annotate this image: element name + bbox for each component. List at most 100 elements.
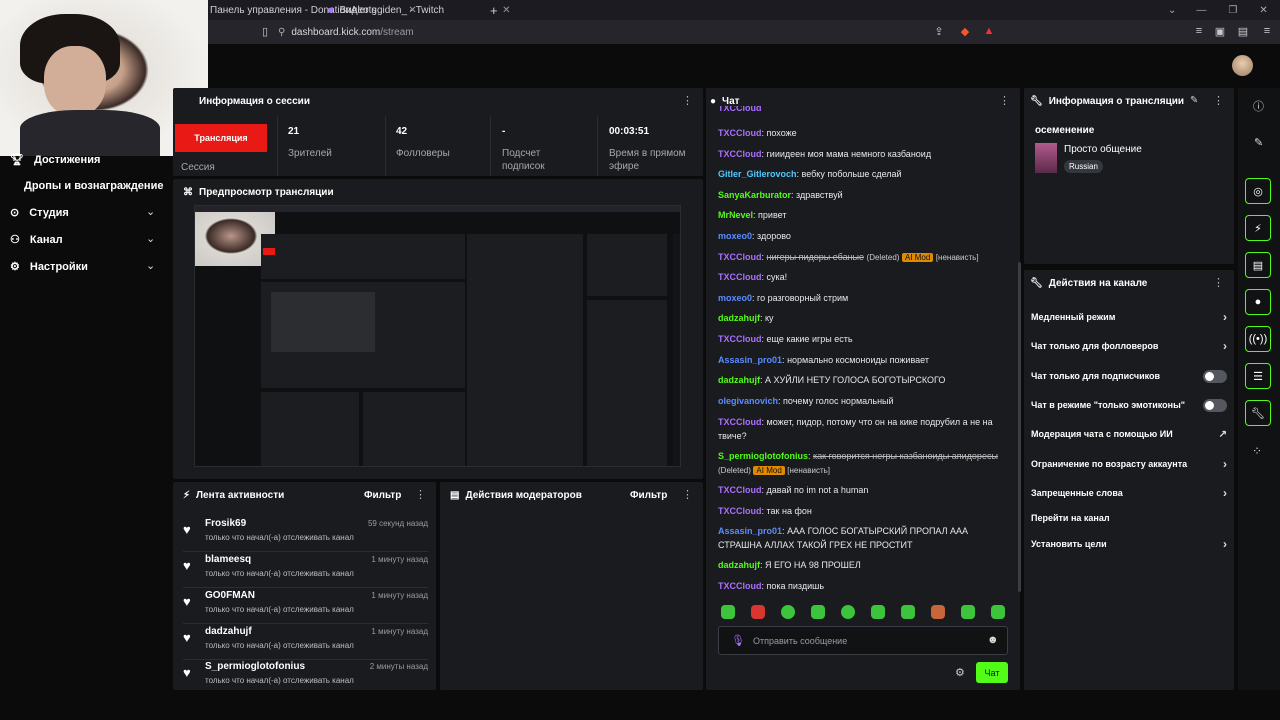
more-icon[interactable]: ⋮ (682, 488, 693, 501)
chat-message: TXCCloud: так на фон (718, 506, 812, 516)
brave-shield-icon[interactable]: ◆ (958, 24, 972, 38)
chat-message: TXCCloud: гииидеен моя мама немного казб… (718, 149, 932, 159)
set-goals-setting[interactable]: Установить цели › (1031, 537, 1227, 551)
chevron-down-icon[interactable]: ⌄ (1168, 5, 1176, 16)
sidebar-item-channel[interactable]: ⚇ Канал (10, 233, 63, 247)
ai-mod-badge: AI Mod (753, 466, 785, 475)
document-icon[interactable]: ▤ (1245, 252, 1271, 278)
microphone-icon[interactable]: 🎙︎ (731, 634, 745, 647)
bolt-icon[interactable]: ⚡︎ (1245, 215, 1271, 241)
subscribers-only-toggle[interactable] (1203, 369, 1227, 383)
slow-mode-setting[interactable]: Медленный режим › (1031, 310, 1227, 324)
sidebar-item-drops[interactable]: Дропы и вознаграждение (24, 180, 163, 192)
chevron-right-icon: › (1223, 537, 1227, 551)
site-info-icon[interactable]: ⚲ (278, 27, 285, 38)
chevron-down-icon[interactable]: ⌄ (146, 259, 155, 272)
wrench-icon: 🔧︎ (1030, 96, 1043, 107)
filter-button[interactable]: Фильтр (630, 490, 667, 501)
new-tab-button[interactable]: + (490, 0, 498, 20)
sidebar-item-studio[interactable]: ⊙ Студия (10, 206, 69, 220)
panel-title: 🔧︎ Действия на канале (1030, 278, 1148, 289)
layout-icon[interactable]: ☰ (1245, 363, 1271, 389)
close-window-icon[interactable]: ✕ (1259, 5, 1267, 16)
chat-message: dadzahujf: Я ЕГО НА 98 ПРОШЕЛ (718, 560, 861, 570)
sidebar-item-settings[interactable]: ⚙ Настройки (10, 260, 88, 274)
account-age-setting[interactable]: Ограничение по возрасту аккаунта › (1031, 457, 1227, 471)
channel-actions-panel: 🔧︎ Действия на канале ⋮ (1024, 270, 1234, 690)
more-icon[interactable]: ⋮ (682, 94, 693, 107)
widgets-icon[interactable]: ⁘ (1252, 444, 1262, 458)
info-icon[interactable]: ⓘ (1253, 98, 1264, 114)
category-thumbnail (1035, 143, 1057, 173)
heart-icon: ♥ (183, 630, 191, 645)
queue-icon[interactable]: ≡ (1192, 24, 1206, 38)
followers-count: 42 (396, 126, 408, 137)
chevron-down-icon[interactable]: ⌄ (146, 232, 155, 245)
chat-bubble-icon[interactable]: ● (1245, 289, 1271, 315)
emote-icon[interactable] (811, 605, 825, 619)
avatar[interactable] (1232, 55, 1253, 76)
heart-icon: ♥ (183, 665, 191, 680)
live-time-label: Время в прямом эфире (609, 148, 686, 172)
emote-only-toggle[interactable] (1203, 398, 1227, 412)
sidebar-item-achievements[interactable]: 🏆︎ Достижения (10, 153, 100, 167)
emote-icon[interactable] (931, 605, 945, 619)
chat-message: dadzahujf: А ХУЙЛИ НЕТУ ГОЛОСА БОГОТЫРСК… (718, 375, 946, 385)
more-icon[interactable]: ⋮ (1213, 94, 1224, 107)
send-chat-button[interactable]: Чат (976, 662, 1008, 683)
close-icon[interactable]: ✕ (502, 5, 510, 16)
chat-message-partial: TXCCloud (718, 106, 762, 113)
bookmark-icon[interactable]: ▯ (258, 24, 272, 38)
target-icon[interactable]: ◎ (1245, 178, 1271, 204)
filter-button[interactable]: Фильтр (364, 490, 401, 501)
emote-icon[interactable] (721, 605, 735, 619)
stream-info-panel: 🔧︎ Информация о трансляции ✎ ⋮ (1024, 88, 1234, 264)
wrench-icon[interactable]: 🔧︎ (1245, 400, 1271, 426)
emote-icon[interactable] (991, 605, 1005, 619)
followers-only-setting[interactable]: Чат только для фолловеров › (1031, 339, 1227, 353)
more-icon[interactable]: ⋮ (415, 488, 426, 501)
chat-input[interactable]: 🎙︎ Отправить сообщение ☻ (718, 626, 1008, 655)
emote-icon[interactable] (841, 605, 855, 619)
broadcast-icon[interactable]: ((•)) (1245, 326, 1271, 352)
tab-twitch[interactable]: ■ Видео ggiden_ - Twitch ✕ (328, 0, 510, 20)
list-item: ♥ Frosik69 59 секунд назад только что на… (183, 516, 428, 552)
external-link-icon: ↗ (1218, 428, 1227, 440)
more-icon[interactable]: ⋮ (1213, 276, 1224, 289)
chevron-down-icon[interactable]: ⌄ (146, 205, 155, 218)
sidebar-icon[interactable]: ▣ (1213, 24, 1227, 38)
emote-icon[interactable] (781, 605, 795, 619)
edit-icon[interactable]: ✎ (1190, 95, 1198, 106)
chat-message: moxeo0: здорово (718, 231, 791, 241)
menu-icon[interactable]: ≡ (1260, 24, 1274, 38)
ai-moderation-setting[interactable]: Модерация чата с помощью ИИ ↗ (1031, 427, 1227, 441)
category-name[interactable]: Просто общение (1064, 144, 1142, 155)
gear-icon[interactable]: ⚙ (955, 666, 965, 679)
emoji-icon[interactable]: ☻ (987, 634, 999, 646)
panel-title: 🔧︎ Информация о трансляции (1030, 96, 1185, 107)
panel-title: ⌘ Предпросмотр трансляции (183, 187, 334, 198)
edit-icon[interactable]: ✎ (1254, 136, 1263, 149)
minimize-icon[interactable]: — (1196, 5, 1206, 16)
stream-preview-video[interactable] (194, 205, 681, 467)
emote-icon[interactable] (961, 605, 975, 619)
emote-icon[interactable] (871, 605, 885, 619)
banned-words-setting[interactable]: Запрещенные слова › (1031, 486, 1227, 500)
chat-message: MrNevel: привет (718, 210, 787, 220)
go-to-channel-link[interactable]: Перейти на канал (1031, 511, 1227, 525)
chat-message: Assasin_pro01: ААА ГОЛОС БОГАТЫРСКИЙ ПРО… (718, 526, 969, 550)
emote-icon[interactable] (751, 605, 765, 619)
gear-icon: ⚙ (10, 261, 20, 273)
emote-icon[interactable] (901, 605, 915, 619)
rewards-icon[interactable]: ▲ (982, 24, 996, 38)
wallet-icon[interactable]: ▤ (1236, 24, 1250, 38)
maximize-icon[interactable]: ❐ (1228, 5, 1237, 16)
share-icon[interactable]: ⇪ (932, 24, 946, 38)
chat-scrollbar[interactable] (1018, 262, 1021, 592)
divider (277, 116, 278, 176)
more-icon[interactable]: ⋮ (999, 94, 1010, 107)
chat-message: SanyaKarburator: здравствуй (718, 190, 843, 200)
url-field[interactable]: ⚲ dashboard.kick.com/stream (278, 24, 414, 40)
chevron-right-icon: › (1223, 310, 1227, 324)
subscribers-only-setting: Чат только для подписчиков (1031, 369, 1227, 383)
